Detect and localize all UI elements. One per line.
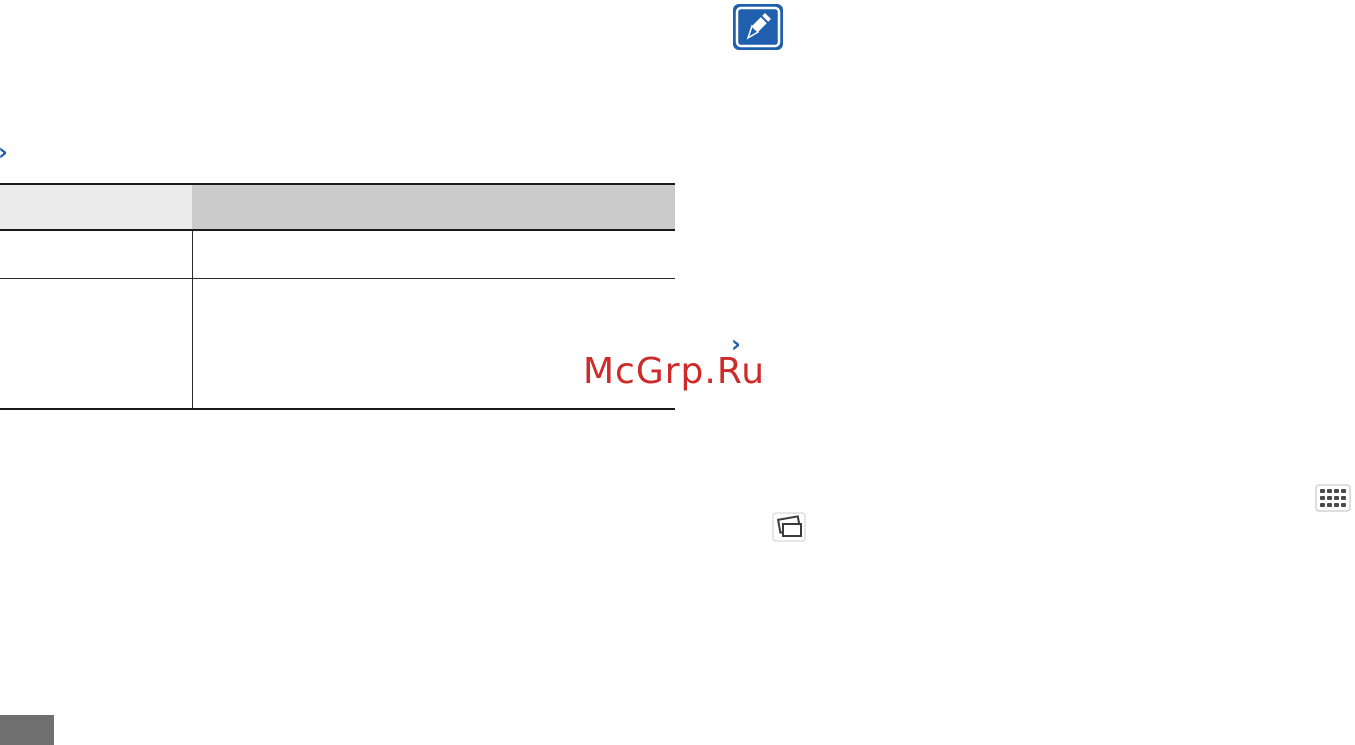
section-chevron-left: › (0, 140, 8, 164)
table-bottom-rule (0, 408, 675, 410)
table-header-cell-option (0, 185, 192, 229)
table-row-divider (0, 278, 675, 279)
watermark: McGrp.Ru (583, 351, 766, 392)
gallery-icon (772, 512, 806, 542)
table-column-divider (192, 231, 193, 408)
page-number-tab (0, 715, 54, 745)
table-header-cell-function (192, 185, 675, 229)
options-table (0, 183, 675, 410)
apps-grid-icon (1315, 484, 1351, 512)
table-header-rule (0, 229, 675, 231)
note-pencil-icon (731, 2, 785, 52)
